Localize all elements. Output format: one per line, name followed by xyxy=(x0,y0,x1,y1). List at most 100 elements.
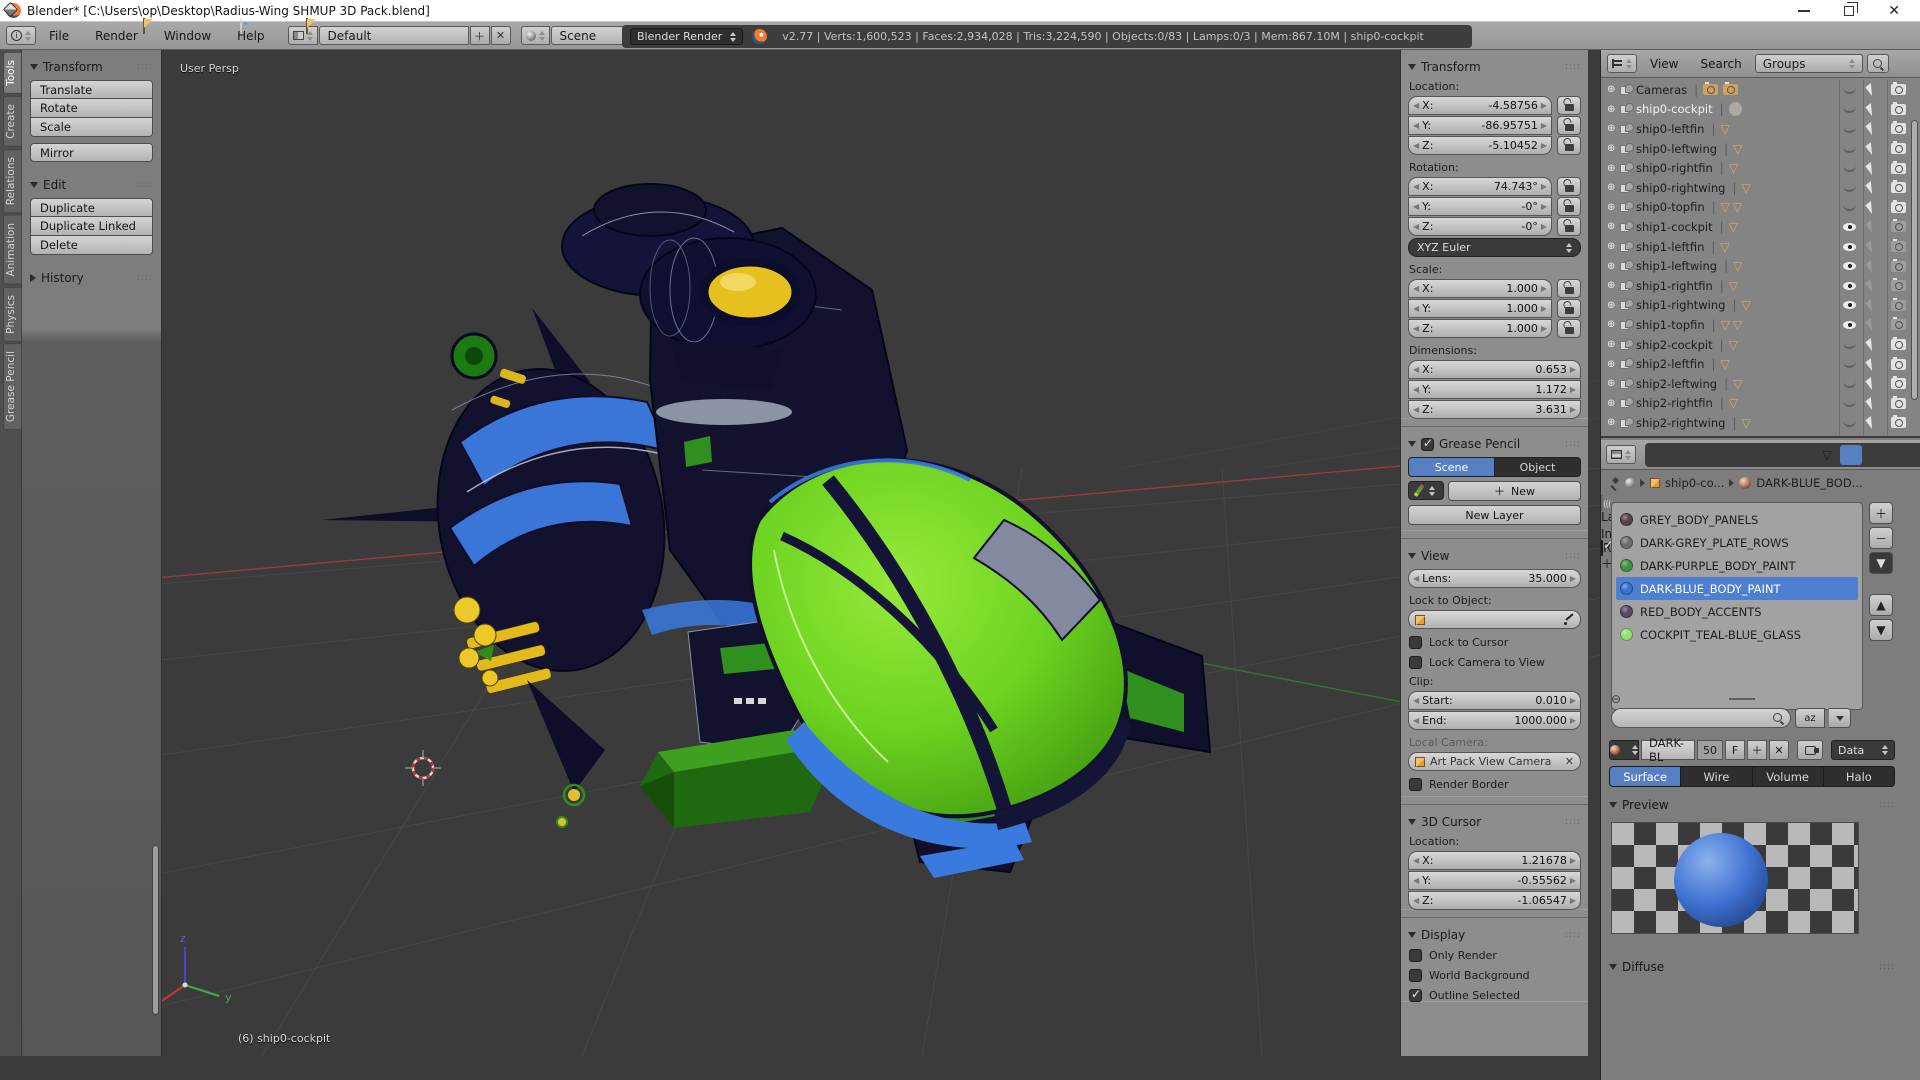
menu-render[interactable]: Render xyxy=(82,29,151,43)
tool-tab-animation[interactable]: Animation xyxy=(3,215,22,285)
renderability-camera-icon[interactable] xyxy=(1891,339,1906,350)
scale-button[interactable]: Scale xyxy=(30,118,153,137)
outliner-editor-type-button[interactable] xyxy=(1607,54,1637,73)
dimensions-z-field[interactable]: ◀Z:3.631▶ xyxy=(1408,400,1581,419)
grease-pencil-section-header[interactable]: Grease Pencil:::: xyxy=(1408,437,1581,451)
material-type-tab-volume[interactable]: Volume xyxy=(1753,766,1824,787)
3d-cursor[interactable] xyxy=(405,750,441,786)
selectability-arrow-icon[interactable] xyxy=(1865,162,1877,175)
location-y-field[interactable]: ◀Y:-86.95751▶ xyxy=(1408,116,1552,135)
visibility-eye-icon[interactable] xyxy=(1842,259,1858,273)
rotation-y-field[interactable]: ◀Y:-0°▶ xyxy=(1408,197,1552,216)
lens-field[interactable]: ◀Lens:35.000▶ xyxy=(1408,569,1581,588)
renderability-camera-icon[interactable] xyxy=(1891,300,1906,311)
outliner-item-ship2-rightwing[interactable]: ⊕ship2-rightwing|▽ xyxy=(1601,413,1920,433)
duplicate-button[interactable]: Duplicate xyxy=(30,198,153,217)
renderability-camera-icon[interactable] xyxy=(1891,182,1906,193)
visibility-eye-icon[interactable] xyxy=(1842,298,1858,312)
selectability-arrow-icon[interactable] xyxy=(1865,103,1877,116)
3d-scene[interactable]: x y z xyxy=(22,50,1600,1056)
editor-type-info-button[interactable]: i xyxy=(6,26,36,45)
scale-z-field[interactable]: ◀Z:1.000▶ xyxy=(1408,319,1552,338)
render-tab[interactable] xyxy=(1648,445,1670,465)
expand-icon[interactable]: ⊕ xyxy=(1607,241,1620,252)
outliner-item-ship1-leftwing[interactable]: ⊕ship1-leftwing|▽ xyxy=(1601,256,1920,276)
rotate-button[interactable]: Rotate xyxy=(30,99,153,118)
transform-section-header[interactable]: Transform:::: xyxy=(1408,60,1581,74)
visibility-eye-icon[interactable] xyxy=(1842,83,1858,97)
selectability-arrow-icon[interactable] xyxy=(1865,181,1877,194)
outliner-item-ship1-rightfin[interactable]: ⊕ship1-rightfin|▽ xyxy=(1601,276,1920,296)
outliner-item-ship1-rightwing[interactable]: ⊕ship1-rightwing|▽ xyxy=(1601,296,1920,316)
visibility-eye-icon[interactable] xyxy=(1842,142,1858,156)
expand-icon[interactable]: ⊕ xyxy=(1607,202,1620,213)
selectability-arrow-icon[interactable] xyxy=(1865,416,1877,429)
expand-icon[interactable]: ⊕ xyxy=(1607,143,1620,154)
render-layers-tab[interactable] xyxy=(1672,445,1694,465)
scale-y-lock-button[interactable] xyxy=(1557,299,1581,318)
constraints-tab[interactable] xyxy=(1768,445,1790,465)
visibility-eye-icon[interactable] xyxy=(1842,318,1858,332)
local-camera-field[interactable]: Art Pack View Camera✕ xyxy=(1408,752,1581,771)
dimensions-y-field[interactable]: ◀Y:1.172▶ xyxy=(1408,380,1581,399)
outliner-item-ship0-rightfin[interactable]: ⊕ship0-rightfin|▽ xyxy=(1601,158,1920,178)
outliner-view-menu[interactable]: View xyxy=(1641,57,1687,71)
use-nodes-button[interactable] xyxy=(1797,740,1823,760)
grease-pencil-checkbox[interactable] xyxy=(1421,438,1434,451)
outliner-item-ship2-cockpit[interactable]: ⊕ship2-cockpit|▽ xyxy=(1601,335,1920,355)
gp-object-toggle[interactable]: Object xyxy=(1495,457,1581,477)
lock-to-cursor-checkbox[interactable]: Lock to Cursor xyxy=(1409,636,1581,649)
expand-icon[interactable]: ⊕ xyxy=(1607,319,1620,330)
renderability-camera-icon[interactable] xyxy=(1891,163,1906,174)
tool-tab-create[interactable]: Create xyxy=(3,96,22,147)
move-material-up-button[interactable]: ▲ xyxy=(1869,594,1893,616)
outliner-search-menu[interactable]: Search xyxy=(1691,57,1750,71)
screen-layout-icon[interactable] xyxy=(288,26,318,45)
material-slot-red_body_accents[interactable]: RED_BODY_ACCENTS xyxy=(1616,600,1858,623)
selectability-arrow-icon[interactable] xyxy=(1865,299,1877,312)
close-button[interactable]: ✕ xyxy=(1888,4,1900,18)
clip-end-field[interactable]: ◀End:1000.000▶ xyxy=(1408,711,1581,730)
edit-panel-header[interactable]: Edit:::: xyxy=(30,178,153,192)
tool-tab-tools[interactable]: Tools xyxy=(3,52,22,94)
expand-icon[interactable]: ⊕ xyxy=(1607,261,1620,272)
scale-y-field[interactable]: ◀Y:1.000▶ xyxy=(1408,299,1552,318)
eyedropper-icon[interactable] xyxy=(1564,615,1574,625)
selectability-arrow-icon[interactable] xyxy=(1865,377,1877,390)
visibility-eye-icon[interactable] xyxy=(1842,240,1858,254)
selectability-arrow-icon[interactable] xyxy=(1865,397,1877,410)
move-material-down-button[interactable]: ▼ xyxy=(1869,619,1893,641)
mirror-button[interactable]: Mirror xyxy=(30,143,153,162)
add-material-slot-button[interactable]: ＋ xyxy=(1869,502,1893,524)
outliner-item-cameras[interactable]: ⊕Cameras| xyxy=(1601,80,1920,100)
renderability-camera-icon[interactable] xyxy=(1891,398,1906,409)
material-filter-input[interactable] xyxy=(1611,708,1791,728)
material-tab[interactable] xyxy=(1840,445,1862,465)
selectability-arrow-icon[interactable] xyxy=(1865,122,1877,135)
scene-icon[interactable] xyxy=(521,26,550,45)
rotation-y-lock-button[interactable] xyxy=(1557,197,1581,216)
diffuse-panel-header[interactable]: Diffuse:::: xyxy=(1609,960,1895,974)
visibility-eye-icon[interactable] xyxy=(1842,357,1858,371)
translate-button[interactable]: Translate xyxy=(30,80,153,99)
outliner-item-ship2-rightfin[interactable]: ⊕ship2-rightfin|▽ xyxy=(1601,394,1920,414)
location-y-lock-button[interactable] xyxy=(1557,116,1581,135)
unlink-material-button[interactable]: ✕ xyxy=(1769,740,1789,760)
view-section-header[interactable]: View:::: xyxy=(1408,549,1581,563)
selectability-arrow-icon[interactable] xyxy=(1865,338,1877,351)
only-render-checkbox[interactable]: Only Render xyxy=(1409,949,1581,962)
rotation-z-lock-button[interactable] xyxy=(1557,217,1581,236)
gp-scene-toggle[interactable]: Scene xyxy=(1408,457,1495,477)
render-engine-dropdown[interactable]: Blender Render xyxy=(630,28,743,45)
visibility-eye-icon[interactable] xyxy=(1842,220,1858,234)
outliner-item-ship2-leftwing[interactable]: ⊕ship2-leftwing|▽ xyxy=(1601,374,1920,394)
outliner-item-ship0-leftfin[interactable]: ⊕ship0-leftfin|▽ xyxy=(1601,119,1920,139)
gp-draw-tool-dropdown[interactable] xyxy=(1408,481,1444,500)
delete-layout-button[interactable]: ✕ xyxy=(491,26,511,45)
location-z-lock-button[interactable] xyxy=(1557,136,1581,155)
material-slot-dark-purple_body_paint[interactable]: DARK-PURPLE_BODY_PAINT xyxy=(1616,554,1858,577)
sort-alphabetically-button[interactable]: az xyxy=(1795,708,1825,728)
tool-tab-physics[interactable]: Physics xyxy=(3,287,22,342)
clip-start-field[interactable]: ◀Start:0.010▶ xyxy=(1408,691,1581,710)
material-type-tab-wire[interactable]: Wire xyxy=(1681,766,1752,787)
